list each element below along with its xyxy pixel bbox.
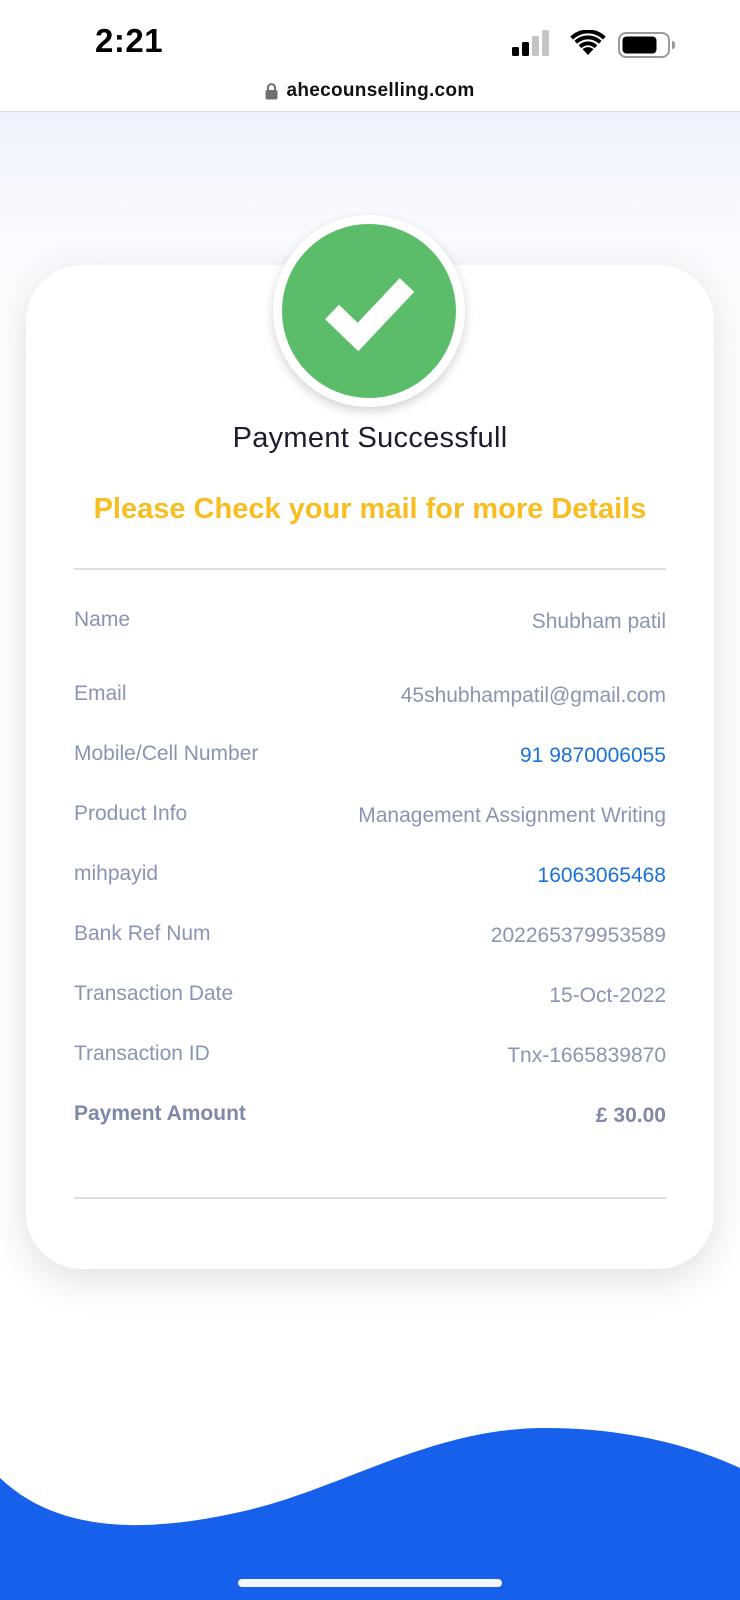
detail-label: Name <box>74 608 131 631</box>
success-circle <box>282 224 456 398</box>
decorative-wave <box>0 1428 740 1600</box>
detail-row-bank-ref: Bank Ref Num 202265379953589 <box>74 922 666 958</box>
battery-icon <box>618 32 675 58</box>
detail-label: Transaction Date <box>74 982 234 1005</box>
check-mail-notice: Please Check your mail for more Details <box>93 493 647 525</box>
detail-row-transaction-date: Transaction Date 15-Oct-2022 <box>74 982 666 1018</box>
detail-label: Payment Amount <box>74 1102 246 1125</box>
mihpayid-link[interactable]: 16063065468 <box>538 864 666 888</box>
payment-amount-value: £ 30.00 <box>595 1104 666 1127</box>
lock-icon <box>265 82 278 99</box>
detail-row-email: Email 45shubhampatil@gmail.com <box>74 682 666 718</box>
check-icon <box>325 278 414 352</box>
detail-label: Email <box>74 682 127 705</box>
divider <box>74 1197 666 1199</box>
detail-row-name: Name Shubham patil <box>74 608 666 644</box>
divider <box>74 568 666 570</box>
phone-number-link[interactable]: 91 9870006055 <box>520 744 666 768</box>
detail-label: Product Info <box>74 802 188 825</box>
status-bar: 2:21 <box>0 0 740 80</box>
detail-label: Mobile/Cell Number <box>74 742 259 765</box>
detail-row-mobile: Mobile/Cell Number 91 9870006055 <box>74 742 666 778</box>
detail-row-payment-amount: Payment Amount £ 30.00 <box>74 1102 666 1138</box>
detail-value: 15-Oct-2022 <box>549 984 666 1007</box>
detail-row-product-info: Product Info Management Assignment Writi… <box>74 802 666 838</box>
address-bar[interactable]: ahecounselling.com <box>0 80 740 112</box>
detail-value: Tnx-1665839870 <box>507 1044 666 1067</box>
success-badge <box>273 215 465 407</box>
detail-label: Transaction ID <box>74 1042 210 1065</box>
payment-status-title: Payment Successfull <box>232 422 508 454</box>
detail-row-mihpayid: mihpayid 16063065468 <box>74 862 666 898</box>
detail-label: mihpayid <box>74 862 159 885</box>
detail-label: Bank Ref Num <box>74 922 211 945</box>
wifi-icon <box>570 30 606 55</box>
url-text[interactable]: ahecounselling.com <box>286 80 474 102</box>
status-icons <box>510 30 740 60</box>
status-time: 2:21 <box>95 22 164 59</box>
detail-value: Shubham patil <box>531 610 666 633</box>
detail-value: Management Assignment Writing <box>358 804 666 827</box>
home-indicator[interactable] <box>238 1579 502 1587</box>
detail-row-transaction-id: Transaction ID Tnx-1665839870 <box>74 1042 666 1078</box>
detail-value: 202265379953589 <box>490 924 666 947</box>
email-value: 45shubhampatil@gmail.com <box>400 684 666 707</box>
signal-icon <box>512 30 549 56</box>
